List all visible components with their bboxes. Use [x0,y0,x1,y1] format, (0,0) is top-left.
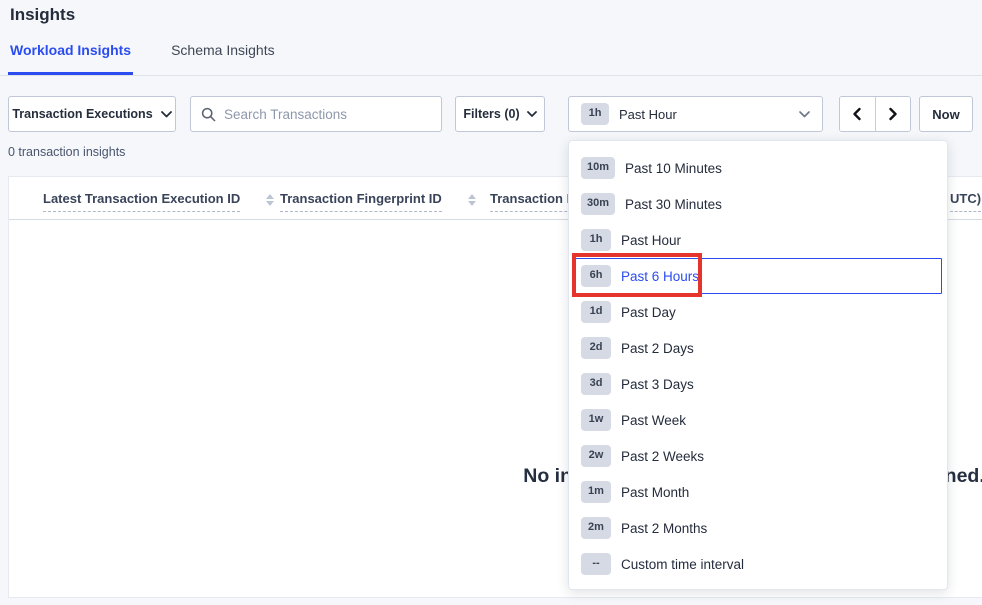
sort-icon[interactable] [468,194,476,206]
interval-label: Custom time interval [621,557,744,572]
interval-label: Past Day [621,305,676,320]
search-input[interactable] [224,107,431,122]
interval-badge: 1h [581,229,611,250]
time-interval-option[interactable]: 2m Past 2 Months [569,510,947,546]
search-box [190,96,442,132]
interval-badge: 1m [581,481,611,502]
interval-label: Past Month [621,485,689,500]
time-interval-option[interactable]: 1h Past Hour [569,222,947,258]
interval-label: Past 3 Days [621,377,694,392]
interval-badge: 3d [581,373,611,394]
table-column-header[interactable]: UTC) [950,191,981,212]
interval-badge: 2d [581,337,611,358]
interval-label: Past 6 Hours [621,269,699,284]
time-interval-option[interactable]: 2d Past 2 Days [569,330,947,366]
tab-label: Workload Insights [10,42,131,58]
now-button[interactable]: Now [919,96,973,132]
chevron-down-icon [527,111,537,117]
chevron-down-icon [799,111,810,118]
interval-label: Past Hour [621,233,681,248]
sort-icon[interactable] [266,194,274,206]
time-interval-option[interactable]: 2w Past 2 Weeks [569,438,947,474]
column-label: UTC) [950,191,981,212]
interval-badge: -- [581,553,611,574]
interval-label: Past 2 Days [621,341,694,356]
time-interval-option[interactable]: 1m Past Month [569,474,947,510]
time-interval-option[interactable]: -- Custom time interval [569,546,947,582]
interval-badge: 1w [581,409,611,430]
time-interval-option[interactable]: 3d Past 3 Days [569,366,947,402]
interval-badge: 6h [581,265,611,286]
time-interval-select[interactable]: 1h Past Hour [568,96,823,132]
interval-badge: 30m [581,193,615,214]
tab[interactable]: Workload Insights [8,42,133,75]
time-interval-option[interactable]: 30m Past 30 Minutes [569,186,947,222]
tab-bar: Workload Insights Schema Insights [0,44,982,76]
insights-count: 0 transaction insights [8,145,125,159]
previous-interval-button[interactable] [840,97,875,131]
interval-label: Past 30 Minutes [625,197,722,212]
time-interval-option[interactable]: 6h Past 6 Hours [574,258,942,294]
insight-type-select[interactable]: Transaction Executions [8,96,176,132]
time-nav-group [839,96,911,132]
time-interval-label: Past Hour [619,107,677,122]
time-interval-dropdown: 10m Past 10 Minutes 30m Past 30 Minutes … [568,140,948,590]
interval-badge: 2m [581,517,611,538]
page-title: Insights [10,5,75,25]
time-interval-badge: 1h [581,103,609,124]
now-label: Now [932,107,959,122]
time-interval-option-list: 10m Past 10 Minutes 30m Past 30 Minutes … [569,150,947,582]
insight-type-label: Transaction Executions [12,107,152,121]
table-column-header[interactable]: Latest Transaction Execution ID [43,191,274,212]
time-interval-option[interactable]: 1d Past Day [569,294,947,330]
table-column-header[interactable]: Transaction Fingerprint ID [280,191,476,212]
filters-button[interactable]: Filters (0) [455,96,545,132]
tab-label: Schema Insights [171,42,275,58]
tab[interactable]: Schema Insights [169,42,277,75]
chevron-down-icon [161,111,172,118]
interval-label: Past 2 Weeks [621,449,704,464]
next-interval-button[interactable] [875,97,910,131]
interval-label: Past Week [621,413,686,428]
interval-badge: 10m [581,157,615,178]
time-interval-option[interactable]: 1w Past Week [569,402,947,438]
interval-label: Past 2 Months [621,521,707,536]
time-interval-option[interactable]: 10m Past 10 Minutes [569,150,947,186]
filters-label: Filters (0) [463,107,519,121]
interval-label: Past 10 Minutes [625,161,722,176]
search-icon [201,107,216,122]
column-label: Transaction Fingerprint ID [280,191,442,212]
interval-badge: 2w [581,445,611,466]
interval-badge: 1d [581,301,611,322]
column-label: Latest Transaction Execution ID [43,191,240,212]
